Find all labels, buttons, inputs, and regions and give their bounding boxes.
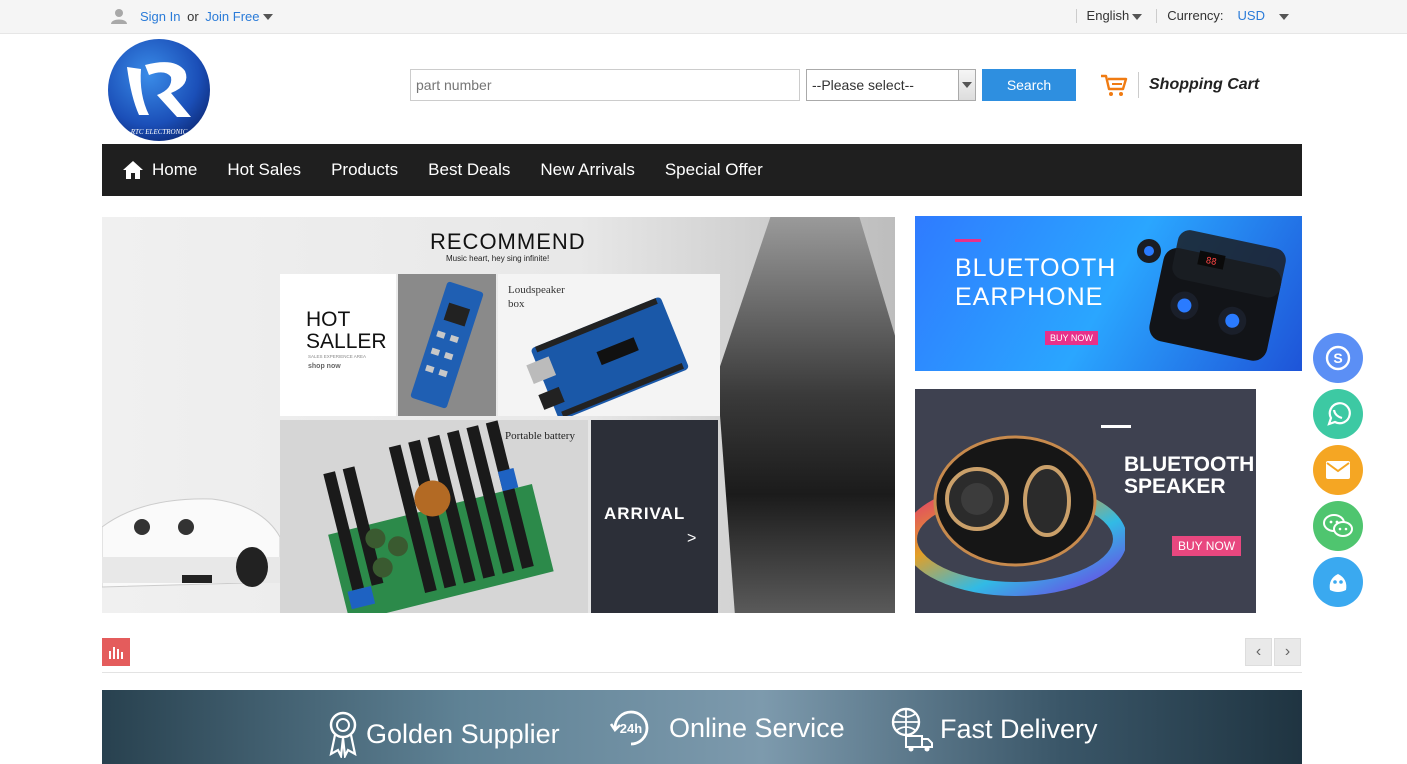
search-input[interactable]: [410, 69, 800, 101]
features-strip: Golden Supplier 24h Online Service Fast …: [102, 690, 1302, 764]
currency-label: Currency:: [1167, 8, 1224, 23]
portable-battery-tile[interactable]: Portable battery: [280, 420, 588, 613]
loudspeaker-tile[interactable]: Loudspeaker box: [498, 274, 720, 416]
category-menu-icon[interactable]: [102, 638, 130, 666]
account-links: Sign In or Join Free: [110, 8, 273, 24]
arrival-tile[interactable]: ARRIVAL >: [591, 420, 718, 613]
whatsapp-icon: [1327, 402, 1351, 426]
sign-in-link[interactable]: Sign In: [140, 9, 180, 24]
hot-saller-tile[interactable]: HOT SALLER SALES EXPERIENCE AREA shop no…: [280, 274, 396, 416]
cart-label: Shopping Cart: [1149, 76, 1260, 93]
earbuds-case-image: 88: [1137, 230, 1286, 361]
qq-icon: [1329, 574, 1347, 592]
main-nav: Home Hot Sales Products Best Deals New A…: [102, 144, 1302, 196]
or-text: or: [187, 8, 199, 24]
header: RTC ELECTRONIC --Please select-- Search …: [0, 34, 1407, 144]
converter-board-image: [323, 420, 554, 613]
earphone-banner[interactable]: BLUETOOTH EARPHONE BUY NOW 88: [915, 216, 1302, 371]
main-banner[interactable]: RECOMMEND Music heart, hey sing infinite…: [102, 217, 895, 613]
globe-delivery-icon: [891, 707, 933, 752]
speaker-image: [915, 435, 1125, 596]
email-button[interactable]: [1313, 445, 1363, 495]
whatsapp-button[interactable]: [1313, 389, 1363, 439]
module-tile[interactable]: [398, 274, 496, 416]
accent-dash: [955, 239, 981, 242]
language-select[interactable]: English: [1087, 8, 1143, 23]
speaker-banner[interactable]: BLUETOOTH SPEAKER BUY NOW: [915, 389, 1256, 613]
category-select[interactable]: --Please select--: [806, 69, 976, 101]
wechat-icon: [1323, 514, 1353, 537]
banner-title: RECOMMEND: [430, 229, 586, 254]
chevron-down-icon: [958, 70, 975, 100]
wechat-button[interactable]: [1313, 501, 1363, 551]
24h-icon: 24h: [609, 710, 649, 746]
cart-icon: [1101, 74, 1128, 96]
email-icon: [1326, 461, 1350, 479]
nav-item-best-deals[interactable]: Best Deals: [428, 160, 510, 180]
svg-text:RTC ELECTRONIC: RTC ELECTRONIC: [130, 128, 188, 136]
arrow-right-icon: >: [687, 530, 697, 547]
search-button[interactable]: Search: [982, 69, 1076, 101]
divider: [1138, 72, 1139, 98]
divider: [1156, 8, 1158, 23]
nav-item-products[interactable]: Products: [331, 160, 398, 180]
join-free-link[interactable]: Join Free: [205, 9, 259, 24]
user-icon: [111, 9, 127, 24]
earphone-buy-now-button[interactable]: BUY NOW: [1045, 331, 1098, 345]
top-bar: Sign In or Join Free English Currency: U…: [0, 0, 1407, 34]
car-image: [102, 498, 281, 588]
chevron-down-icon: [1279, 13, 1289, 20]
topbar-right: English Currency: USD: [1075, 8, 1289, 23]
chevron-down-icon[interactable]: [262, 14, 273, 21]
skype-button[interactable]: S: [1313, 333, 1363, 383]
skype-icon: S: [1325, 345, 1351, 371]
home-icon: [123, 161, 143, 179]
arduino-image: [526, 297, 689, 416]
feature-online-service: 24h Online Service: [607, 706, 845, 750]
logo[interactable]: RTC ELECTRONIC: [105, 37, 213, 143]
previous-arrow-icon[interactable]: ‹: [1245, 638, 1272, 666]
qq-button[interactable]: [1313, 557, 1363, 607]
shopping-cart[interactable]: Shopping Cart: [1100, 72, 1259, 98]
module-image: [410, 281, 484, 409]
feature-fast-delivery: Fast Delivery: [890, 706, 1098, 752]
svg-text:24h: 24h: [620, 721, 642, 736]
nav-item-home[interactable]: Home: [122, 160, 197, 180]
banner-subtitle: Music heart, hey sing infinite!: [446, 254, 550, 263]
divider: [1075, 8, 1077, 23]
nav-item-hot-sales[interactable]: Hot Sales: [227, 160, 301, 180]
nav-item-special-offer[interactable]: Special Offer: [665, 160, 763, 180]
feature-golden-supplier: Golden Supplier: [326, 710, 560, 758]
speaker-buy-now-button[interactable]: BUY NOW: [1172, 536, 1242, 556]
medal-icon: [329, 711, 357, 758]
next-arrow-icon[interactable]: ›: [1274, 638, 1301, 666]
carousel-pager: ‹ ›: [102, 637, 1302, 673]
currency-select[interactable]: USD: [1238, 8, 1289, 23]
chevron-down-icon: [1132, 13, 1143, 20]
nav-item-new-arrivals[interactable]: New Arrivals: [540, 160, 634, 180]
svg-text:S: S: [1333, 350, 1342, 366]
guitarist-image: [717, 217, 895, 613]
